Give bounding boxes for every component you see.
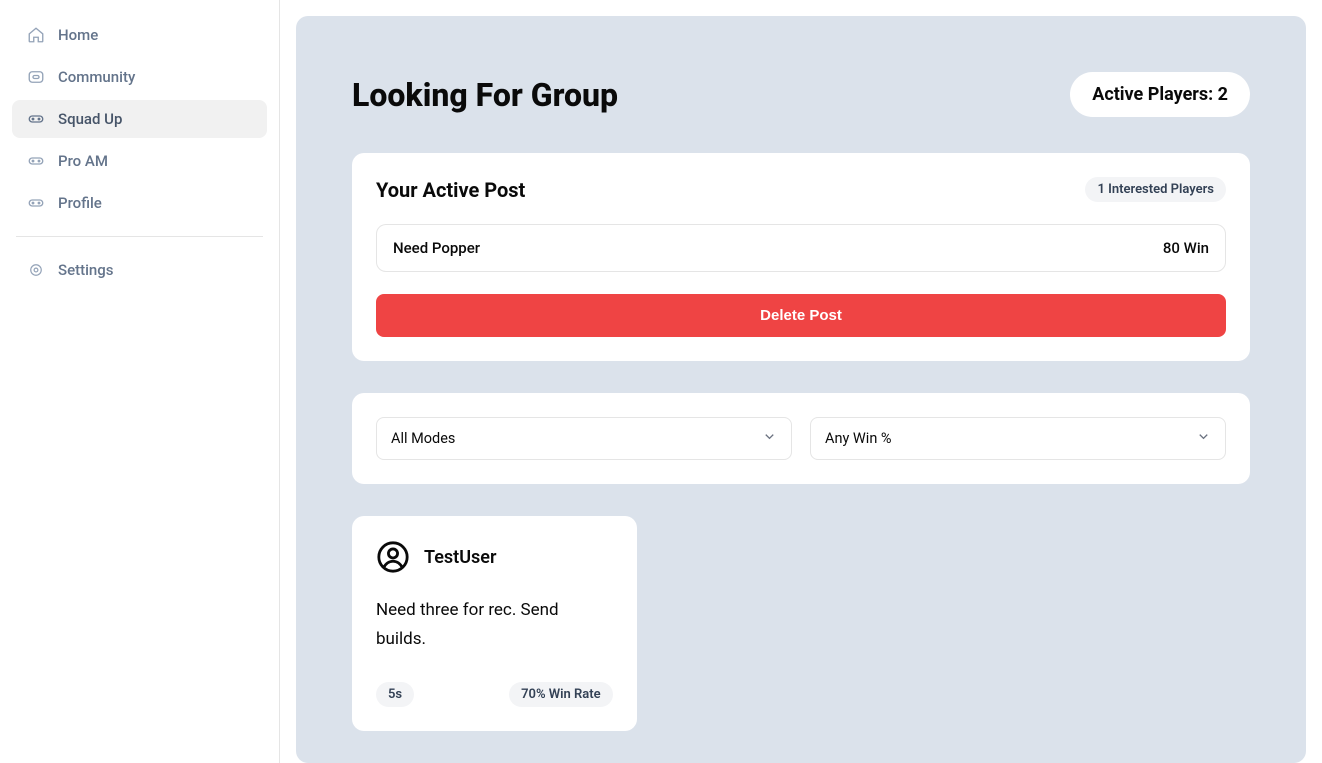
sidebar-item-label: Squad Up [58, 110, 122, 128]
chevron-down-icon [1196, 429, 1211, 448]
sidebar-item-label: Settings [58, 261, 114, 279]
mode-select[interactable]: All Modes [376, 417, 792, 460]
sidebar-item-home[interactable]: Home [12, 16, 267, 54]
win-select[interactable]: Any Win % [810, 417, 1226, 460]
square-icon [26, 67, 46, 87]
content-container: Looking For Group Active Players: 2 Your… [296, 16, 1306, 763]
filters-card: All Modes Any Win % [352, 393, 1250, 484]
win-select-value: Any Win % [825, 430, 892, 447]
active-post-text: Need Popper [393, 239, 480, 257]
card-header: Your Active Post 1 Interested Players [376, 177, 1226, 202]
header-row: Looking For Group Active Players: 2 [352, 72, 1250, 117]
sidebar-item-squad-up[interactable]: Squad Up [12, 100, 267, 138]
post-user-name: TestUser [424, 547, 496, 568]
page-title: Looking For Group [352, 76, 618, 114]
active-post-row[interactable]: Need Popper 80 Win [376, 224, 1226, 272]
sidebar-item-profile[interactable]: Profile [12, 184, 267, 222]
post-body: Need three for rec. Send builds. [376, 596, 613, 654]
main: Looking For Group Active Players: 2 Your… [280, 0, 1322, 763]
chevron-down-icon [762, 429, 777, 448]
active-post-title: Your Active Post [376, 178, 525, 202]
posts-grid: TestUser Need three for rec. Send builds… [352, 516, 1250, 731]
gamepad-icon [26, 109, 46, 129]
home-icon [26, 25, 46, 45]
sidebar-item-label: Community [58, 68, 135, 86]
sidebar-item-label: Profile [58, 194, 102, 212]
post-card[interactable]: TestUser Need three for rec. Send builds… [352, 516, 637, 731]
active-post-win: 80 Win [1163, 239, 1209, 257]
delete-post-button[interactable]: Delete Post [376, 294, 1226, 337]
sidebar-item-label: Home [58, 26, 98, 44]
interested-pill: 1 Interested Players [1085, 177, 1226, 202]
mode-select-value: All Modes [391, 430, 455, 447]
gamepad-icon [26, 151, 46, 171]
sidebar-item-label: Pro AM [58, 152, 108, 170]
sidebar-divider [16, 236, 263, 237]
user-avatar-icon [376, 540, 410, 574]
post-winrate-chip: 70% Win Rate [509, 682, 613, 707]
active-players-pill: Active Players: 2 [1070, 72, 1250, 117]
gear-icon [26, 260, 46, 280]
sidebar-item-pro-am[interactable]: Pro AM [12, 142, 267, 180]
sidebar-item-settings[interactable]: Settings [12, 251, 267, 289]
post-footer: 5s 70% Win Rate [376, 682, 613, 707]
post-user-row: TestUser [376, 540, 613, 574]
post-mode-chip: 5s [376, 682, 414, 707]
sidebar-item-community[interactable]: Community [12, 58, 267, 96]
active-post-card: Your Active Post 1 Interested Players Ne… [352, 153, 1250, 361]
gamepad-icon [26, 193, 46, 213]
sidebar: Home Community Squad Up Pro AM Profile [0, 0, 280, 763]
